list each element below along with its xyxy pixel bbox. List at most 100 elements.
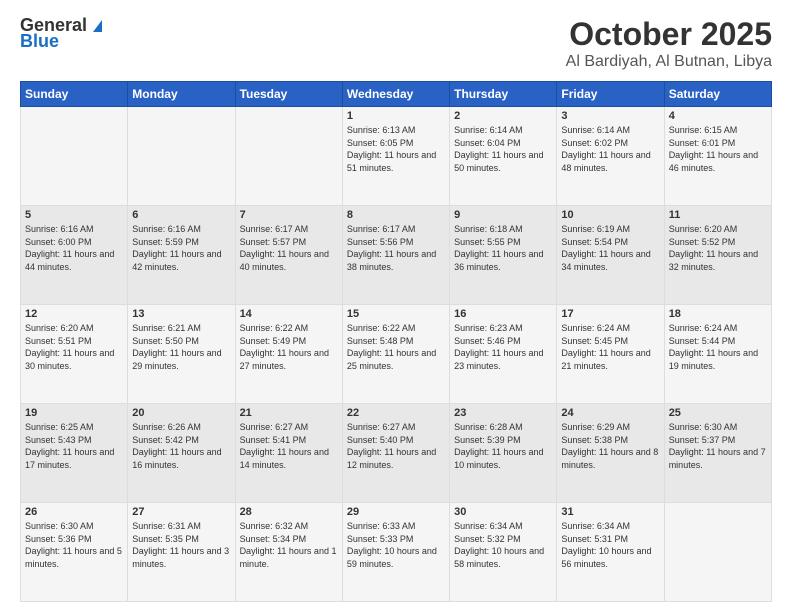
day-number: 24	[561, 407, 659, 419]
cell-info: Sunrise: 6:32 AM Sunset: 5:34 PM Dayligh…	[240, 520, 338, 570]
day-number: 28	[240, 506, 338, 518]
calendar-cell: 13 Sunrise: 6:21 AM Sunset: 5:50 PM Dayli…	[128, 305, 235, 404]
calendar-cell: 30 Sunrise: 6:34 AM Sunset: 5:32 PM Dayli…	[450, 503, 557, 602]
day-number: 19	[25, 407, 123, 419]
calendar-cell: 1Sunrise: 6:13 AM Sunset: 6:05 PM Daylig…	[342, 107, 449, 206]
weekday-header-sunday: Sunday	[21, 82, 128, 107]
cell-info: Sunrise: 6:22 AM Sunset: 5:49 PM Dayligh…	[240, 322, 338, 372]
day-number: 23	[454, 407, 552, 419]
header: General Blue October 2025 Al Bardiyah, A…	[20, 16, 772, 71]
cell-info: Sunrise: 6:14 AM Sunset: 6:02 PM Dayligh…	[561, 124, 659, 174]
weekday-header-thursday: Thursday	[450, 82, 557, 107]
calendar-cell: 18 Sunrise: 6:24 AM Sunset: 5:44 PM Dayli…	[664, 305, 771, 404]
cell-info: Sunrise: 6:34 AM Sunset: 5:32 PM Dayligh…	[454, 520, 552, 570]
calendar-cell: 6Sunrise: 6:16 AM Sunset: 5:59 PM Daylig…	[128, 206, 235, 305]
cell-info: Sunrise: 6:30 AM Sunset: 5:37 PM Dayligh…	[669, 421, 767, 471]
cell-info: Sunrise: 6:23 AM Sunset: 5:46 PM Dayligh…	[454, 322, 552, 372]
cell-info: Sunrise: 6:25 AM Sunset: 5:43 PM Dayligh…	[25, 421, 123, 471]
day-number: 9	[454, 209, 552, 221]
calendar-week-row: 26 Sunrise: 6:30 AM Sunset: 5:36 PM Dayli…	[21, 503, 772, 602]
day-number: 21	[240, 407, 338, 419]
calendar-cell: 16 Sunrise: 6:23 AM Sunset: 5:46 PM Dayli…	[450, 305, 557, 404]
cell-info: Sunrise: 6:14 AM Sunset: 6:04 PM Dayligh…	[454, 124, 552, 174]
cell-info: Sunrise: 6:20 AM Sunset: 5:51 PM Dayligh…	[25, 322, 123, 372]
calendar-cell: 25 Sunrise: 6:30 AM Sunset: 5:37 PM Dayli…	[664, 404, 771, 503]
cell-info: Sunrise: 6:30 AM Sunset: 5:36 PM Dayligh…	[25, 520, 123, 570]
calendar-cell: 26 Sunrise: 6:30 AM Sunset: 5:36 PM Dayli…	[21, 503, 128, 602]
calendar-title: October 2025	[566, 16, 772, 53]
cell-info: Sunrise: 6:18 AM Sunset: 5:55 PM Dayligh…	[454, 223, 552, 273]
cell-info: Sunrise: 6:28 AM Sunset: 5:39 PM Dayligh…	[454, 421, 552, 471]
cell-info: Sunrise: 6:29 AM Sunset: 5:38 PM Dayligh…	[561, 421, 659, 471]
day-number: 1	[347, 110, 445, 122]
calendar-cell: 23 Sunrise: 6:28 AM Sunset: 5:39 PM Dayli…	[450, 404, 557, 503]
cell-info: Sunrise: 6:26 AM Sunset: 5:42 PM Dayligh…	[132, 421, 230, 471]
day-number: 13	[132, 308, 230, 320]
calendar-week-row: 1Sunrise: 6:13 AM Sunset: 6:05 PM Daylig…	[21, 107, 772, 206]
calendar-table: SundayMondayTuesdayWednesdayThursdayFrid…	[20, 81, 772, 602]
calendar-cell: 10 Sunrise: 6:19 AM Sunset: 5:54 PM Dayli…	[557, 206, 664, 305]
calendar-cell: 4 Sunrise: 6:15 AM Sunset: 6:01 PM Daylig…	[664, 107, 771, 206]
calendar-cell	[21, 107, 128, 206]
calendar-cell: 9 Sunrise: 6:18 AM Sunset: 5:55 PM Daylig…	[450, 206, 557, 305]
cell-info: Sunrise: 6:19 AM Sunset: 5:54 PM Dayligh…	[561, 223, 659, 273]
cell-info: Sunrise: 6:24 AM Sunset: 5:44 PM Dayligh…	[669, 322, 767, 372]
cell-info: Sunrise: 6:22 AM Sunset: 5:48 PM Dayligh…	[347, 322, 445, 372]
day-number: 2	[454, 110, 552, 122]
logo: General Blue	[20, 16, 106, 50]
day-number: 11	[669, 209, 767, 221]
calendar-cell: 31 Sunrise: 6:34 AM Sunset: 5:31 PM Dayli…	[557, 503, 664, 602]
day-number: 10	[561, 209, 659, 221]
logo-blue: Blue	[20, 32, 106, 50]
day-number: 18	[669, 308, 767, 320]
weekday-header-monday: Monday	[128, 82, 235, 107]
day-number: 12	[25, 308, 123, 320]
cell-info: Sunrise: 6:17 AM Sunset: 5:56 PM Dayligh…	[347, 223, 445, 273]
calendar-cell: 14 Sunrise: 6:22 AM Sunset: 5:49 PM Dayli…	[235, 305, 342, 404]
day-number: 4	[669, 110, 767, 122]
calendar-subtitle: Al Bardiyah, Al Butnan, Libya	[566, 53, 772, 71]
day-number: 31	[561, 506, 659, 518]
day-number: 5	[25, 209, 123, 221]
day-number: 16	[454, 308, 552, 320]
calendar-cell	[664, 503, 771, 602]
calendar-cell: 8Sunrise: 6:17 AM Sunset: 5:56 PM Daylig…	[342, 206, 449, 305]
title-block: October 2025 Al Bardiyah, Al Butnan, Lib…	[566, 16, 772, 71]
weekday-header-wednesday: Wednesday	[342, 82, 449, 107]
calendar-cell: 7Sunrise: 6:17 AM Sunset: 5:57 PM Daylig…	[235, 206, 342, 305]
cell-info: Sunrise: 6:24 AM Sunset: 5:45 PM Dayligh…	[561, 322, 659, 372]
day-number: 17	[561, 308, 659, 320]
day-number: 3	[561, 110, 659, 122]
day-number: 26	[25, 506, 123, 518]
calendar-cell: 20Sunrise: 6:26 AM Sunset: 5:42 PM Dayli…	[128, 404, 235, 503]
calendar-cell: 3 Sunrise: 6:14 AM Sunset: 6:02 PM Daylig…	[557, 107, 664, 206]
day-number: 25	[669, 407, 767, 419]
day-number: 14	[240, 308, 338, 320]
cell-info: Sunrise: 6:33 AM Sunset: 5:33 PM Dayligh…	[347, 520, 445, 570]
calendar-cell: 22Sunrise: 6:27 AM Sunset: 5:40 PM Dayli…	[342, 404, 449, 503]
calendar-cell: 2 Sunrise: 6:14 AM Sunset: 6:04 PM Daylig…	[450, 107, 557, 206]
calendar-cell: 17 Sunrise: 6:24 AM Sunset: 5:45 PM Dayli…	[557, 305, 664, 404]
calendar-cell: 29Sunrise: 6:33 AM Sunset: 5:33 PM Dayli…	[342, 503, 449, 602]
calendar-week-row: 19 Sunrise: 6:25 AM Sunset: 5:43 PM Dayli…	[21, 404, 772, 503]
calendar-cell: 5 Sunrise: 6:16 AM Sunset: 6:00 PM Daylig…	[21, 206, 128, 305]
calendar-cell	[128, 107, 235, 206]
cell-info: Sunrise: 6:31 AM Sunset: 5:35 PM Dayligh…	[132, 520, 230, 570]
day-number: 30	[454, 506, 552, 518]
cell-info: Sunrise: 6:34 AM Sunset: 5:31 PM Dayligh…	[561, 520, 659, 570]
calendar-cell: 24 Sunrise: 6:29 AM Sunset: 5:38 PM Dayli…	[557, 404, 664, 503]
cell-info: Sunrise: 6:21 AM Sunset: 5:50 PM Dayligh…	[132, 322, 230, 372]
day-number: 22	[347, 407, 445, 419]
calendar-cell: 15Sunrise: 6:22 AM Sunset: 5:48 PM Dayli…	[342, 305, 449, 404]
cell-info: Sunrise: 6:15 AM Sunset: 6:01 PM Dayligh…	[669, 124, 767, 174]
calendar-cell: 28 Sunrise: 6:32 AM Sunset: 5:34 PM Dayli…	[235, 503, 342, 602]
calendar-cell	[235, 107, 342, 206]
weekday-header-row: SundayMondayTuesdayWednesdayThursdayFrid…	[21, 82, 772, 107]
calendar-cell: 21Sunrise: 6:27 AM Sunset: 5:41 PM Dayli…	[235, 404, 342, 503]
cell-info: Sunrise: 6:16 AM Sunset: 6:00 PM Dayligh…	[25, 223, 123, 273]
day-number: 27	[132, 506, 230, 518]
calendar-cell: 11 Sunrise: 6:20 AM Sunset: 5:52 PM Dayli…	[664, 206, 771, 305]
calendar-cell: 12 Sunrise: 6:20 AM Sunset: 5:51 PM Dayli…	[21, 305, 128, 404]
cell-info: Sunrise: 6:20 AM Sunset: 5:52 PM Dayligh…	[669, 223, 767, 273]
calendar-cell: 19 Sunrise: 6:25 AM Sunset: 5:43 PM Dayli…	[21, 404, 128, 503]
